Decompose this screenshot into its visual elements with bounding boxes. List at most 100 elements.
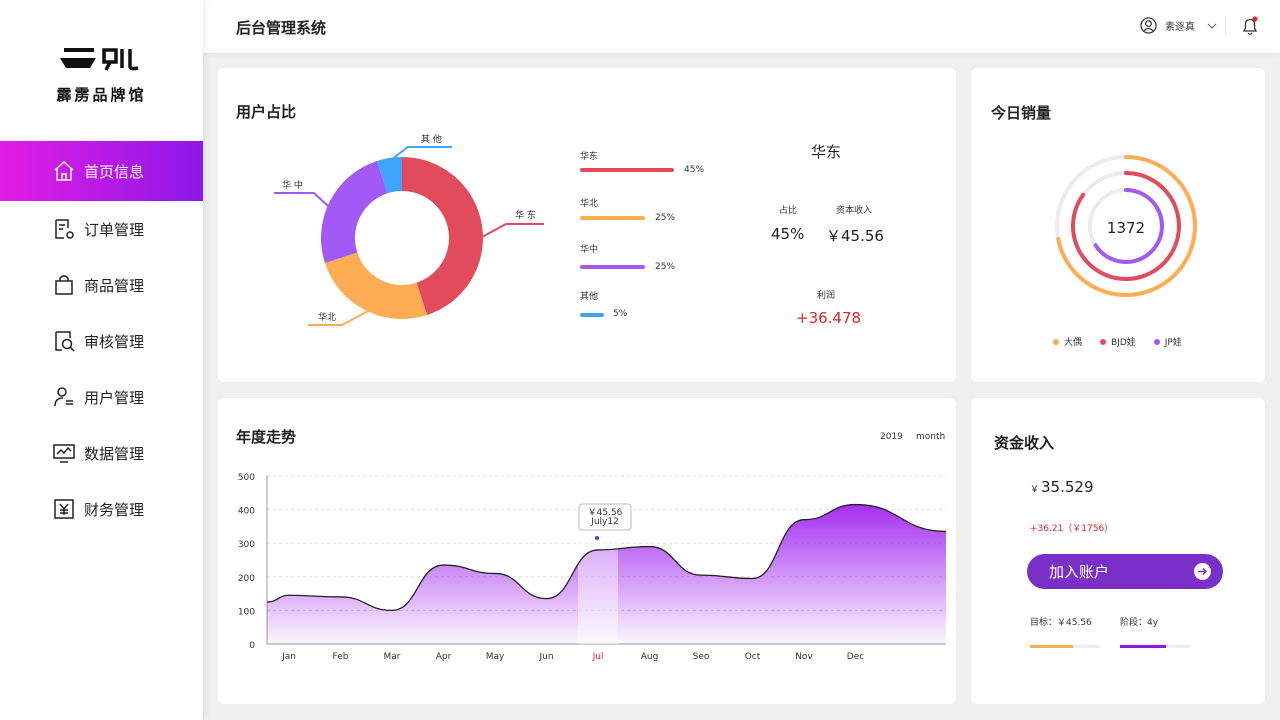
target-progress-track xyxy=(1030,645,1100,648)
legend-label-other: 其他 xyxy=(580,292,599,302)
x-tick-label: Aug xyxy=(641,652,659,662)
target-progress-fill xyxy=(1030,645,1074,648)
legend-dot xyxy=(1153,338,1160,345)
share-label: 占比 xyxy=(779,206,798,216)
sidebar-item-orders[interactable]: 订单管理 xyxy=(0,201,203,257)
sidebar-item-review[interactable]: 审核管理 xyxy=(0,313,203,369)
sidebar-item-label: 财务管理 xyxy=(84,500,145,519)
legend-bar-north xyxy=(580,216,645,220)
legend-bar-central xyxy=(580,265,645,269)
funds-currency: ￥ xyxy=(1030,485,1040,495)
legend-label: BJD娃 xyxy=(1111,338,1136,348)
daily-sales-total: 1372 xyxy=(1107,219,1145,237)
legend-label-east: 华东 xyxy=(580,152,599,162)
sidebar-item-label: 首页信息 xyxy=(84,162,145,181)
legend-dot xyxy=(1053,338,1059,345)
monitor-chart-icon xyxy=(52,441,76,465)
tooltip-date: July12 xyxy=(590,517,619,527)
stage-label: 阶段：4y xyxy=(1120,618,1159,628)
sidebar: 霹雳品牌馆 首页信息 订单管理 商品管理 审核管理 用户管理 数据管理 财务管理 xyxy=(0,0,203,720)
daily-sales-rings: 1372 xyxy=(1055,155,1197,297)
trend-year-filter[interactable]: 2019 xyxy=(880,432,903,442)
legend-item: 大偶 xyxy=(1053,335,1082,348)
legend-bar-other xyxy=(580,313,604,317)
legend-item: BJD娃 xyxy=(1100,335,1136,348)
user-list-icon xyxy=(52,385,76,409)
trend-period-filter[interactable]: month xyxy=(916,432,945,442)
x-tick-label: Dec xyxy=(847,652,864,662)
header-divider xyxy=(1225,16,1226,36)
sidebar-item-label: 用户管理 xyxy=(84,388,145,407)
x-tick-label: Apr xyxy=(436,652,452,662)
sidebar-item-label: 审核管理 xyxy=(84,332,145,351)
y-tick-label: 200 xyxy=(238,574,255,584)
notification-bell-icon[interactable] xyxy=(1241,16,1259,36)
top-header: 后台管理系统 素逐真 xyxy=(203,0,1280,53)
page-title: 后台管理系统 xyxy=(236,19,327,37)
arrow-right-icon xyxy=(1194,563,1211,580)
legend-label-central: 华中 xyxy=(580,245,599,255)
y-tick-label: 400 xyxy=(238,507,255,517)
funds-amount-value: 35.529 xyxy=(1041,478,1094,496)
callout-label-other: 其 他 xyxy=(421,133,442,145)
user-name: 素逐真 xyxy=(1165,22,1195,33)
x-tick-label: Feb xyxy=(333,652,349,662)
profit-label: 利润 xyxy=(817,291,836,301)
brand-logo-icon xyxy=(60,48,139,71)
y-tick-label: 500 xyxy=(238,473,255,483)
x-tick-label: Jun xyxy=(538,652,553,662)
x-tick-label: Oct xyxy=(745,652,761,662)
sidebar-item-data[interactable]: 数据管理 xyxy=(0,425,203,481)
callout-label-central: 华 中 xyxy=(282,179,303,191)
funds-change: +36.21（￥1756） xyxy=(1030,524,1114,534)
income-label: 资本收入 xyxy=(836,206,873,216)
x-tick-label: Jan xyxy=(281,652,296,662)
sidebar-item-label: 商品管理 xyxy=(84,276,145,295)
legend-dot xyxy=(1100,338,1107,345)
legend-label-north: 华北 xyxy=(580,199,599,209)
legend-value-central: 25% xyxy=(655,262,676,272)
y-tick-label: 0 xyxy=(249,641,255,651)
sidebar-item-finance[interactable]: 财务管理 xyxy=(0,481,203,537)
x-tick-label: Nov xyxy=(795,652,813,662)
sidebar-item-label: 订单管理 xyxy=(84,220,145,239)
legend-value-east: 45% xyxy=(684,165,705,175)
add-account-label: 加入账户 xyxy=(1049,563,1110,581)
shopping-bag-icon xyxy=(52,273,76,297)
user-share-title: 用户占比 xyxy=(236,103,297,121)
funds-amount: ￥ 35.529 xyxy=(1030,478,1094,496)
x-tick-label: May xyxy=(486,652,505,662)
sidebar-item-home[interactable]: 首页信息 xyxy=(0,141,203,201)
sidebar-nav: 首页信息 订单管理 商品管理 审核管理 用户管理 数据管理 财务管理 xyxy=(0,141,203,537)
yen-icon xyxy=(52,497,76,521)
legend-label: JP娃 xyxy=(1164,338,1182,348)
donut-slice-华中[interactable] xyxy=(321,160,388,264)
funds-title: 资金收入 xyxy=(994,434,1055,452)
legend-bar-east xyxy=(580,168,674,172)
share-value: 45% xyxy=(771,225,805,243)
callout-line-central xyxy=(274,192,329,207)
y-tick-label: 100 xyxy=(238,607,255,617)
order-settings-icon xyxy=(52,217,76,241)
callout-line-east xyxy=(481,223,544,238)
selected-region: 华东 xyxy=(810,143,841,161)
user-share-donut: 华 东 华北 华 中 其 他 xyxy=(274,133,544,326)
x-tick-label: Mar xyxy=(384,652,401,662)
legend-value-north: 25% xyxy=(655,213,676,223)
add-account-button[interactable]: 加入账户 xyxy=(1027,554,1223,589)
x-tick-label: Jul xyxy=(592,652,604,662)
donut-slice-华北[interactable] xyxy=(324,252,428,319)
y-tick-label: 300 xyxy=(238,540,255,550)
brand-name: 霹雳品牌馆 xyxy=(56,86,147,104)
daily-sales-legend: 大偶 BJD娃 JP娃 xyxy=(1053,335,1182,348)
callout-label-east: 华 东 xyxy=(515,209,536,221)
legend-label: 大偶 xyxy=(1064,338,1083,348)
stage-progress-track xyxy=(1120,645,1190,648)
sidebar-item-products[interactable]: 商品管理 xyxy=(0,257,203,313)
sidebar-item-users[interactable]: 用户管理 xyxy=(0,369,203,425)
callout-label-north: 华北 xyxy=(318,311,336,323)
profit-value: +36.478 xyxy=(796,309,862,327)
user-menu[interactable]: 素逐真 xyxy=(1140,17,1217,34)
legend-value-other: 5% xyxy=(613,309,628,319)
income-value: ￥45.56 xyxy=(826,227,884,245)
